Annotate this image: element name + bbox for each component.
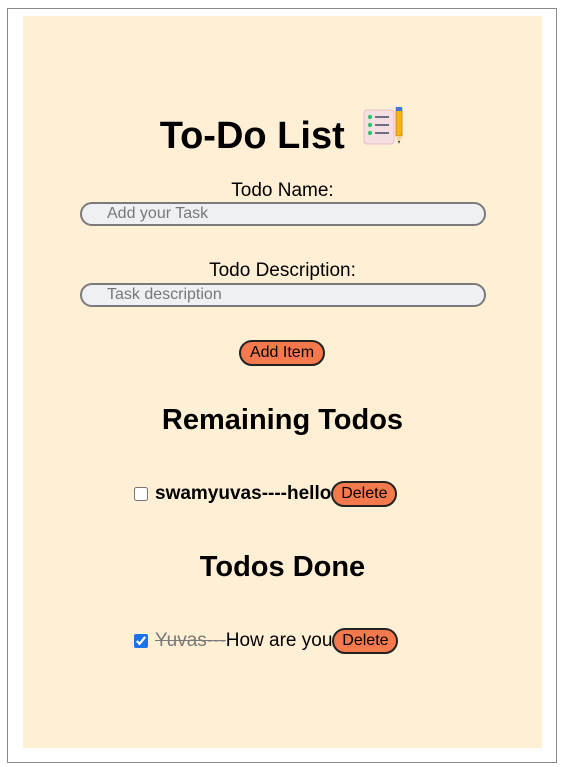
todo-description-input[interactable] <box>80 283 486 307</box>
done-todo-item: Yuvas --- How are you Delete <box>134 628 399 654</box>
delete-button[interactable]: Delete <box>332 628 399 654</box>
notepad-checklist-pencil-icon <box>363 107 403 145</box>
title-row: To-Do List <box>23 107 542 158</box>
add-item-button[interactable]: Add Item <box>239 340 325 366</box>
todo-item-description: hello <box>287 483 332 504</box>
todos-done-heading: Todos Done <box>199 551 366 583</box>
page-title: To-Do List <box>159 115 345 157</box>
todo-item-name: swamyuvas <box>155 483 262 504</box>
delete-button[interactable]: Delete <box>331 481 398 507</box>
remaining-todos-heading: Remaining Todos <box>161 404 404 436</box>
done-todo-checkbox[interactable] <box>134 634 148 648</box>
remaining-todo-checkbox[interactable] <box>134 487 148 501</box>
todo-panel: To-Do List Todo Name: Todo Description: … <box>23 16 542 748</box>
todo-item-description: How are you <box>225 630 333 651</box>
remaining-todo-item: swamyuvas ---- hello Delete <box>134 481 398 507</box>
todo-item-name: Yuvas <box>155 630 207 651</box>
todo-item-separator: ---- <box>261 483 287 504</box>
todo-name-label: Todo Name: <box>231 180 334 201</box>
todo-description-label: Todo Description: <box>209 260 356 281</box>
todo-item-separator: --- <box>206 630 226 651</box>
todo-name-input[interactable] <box>80 202 486 226</box>
